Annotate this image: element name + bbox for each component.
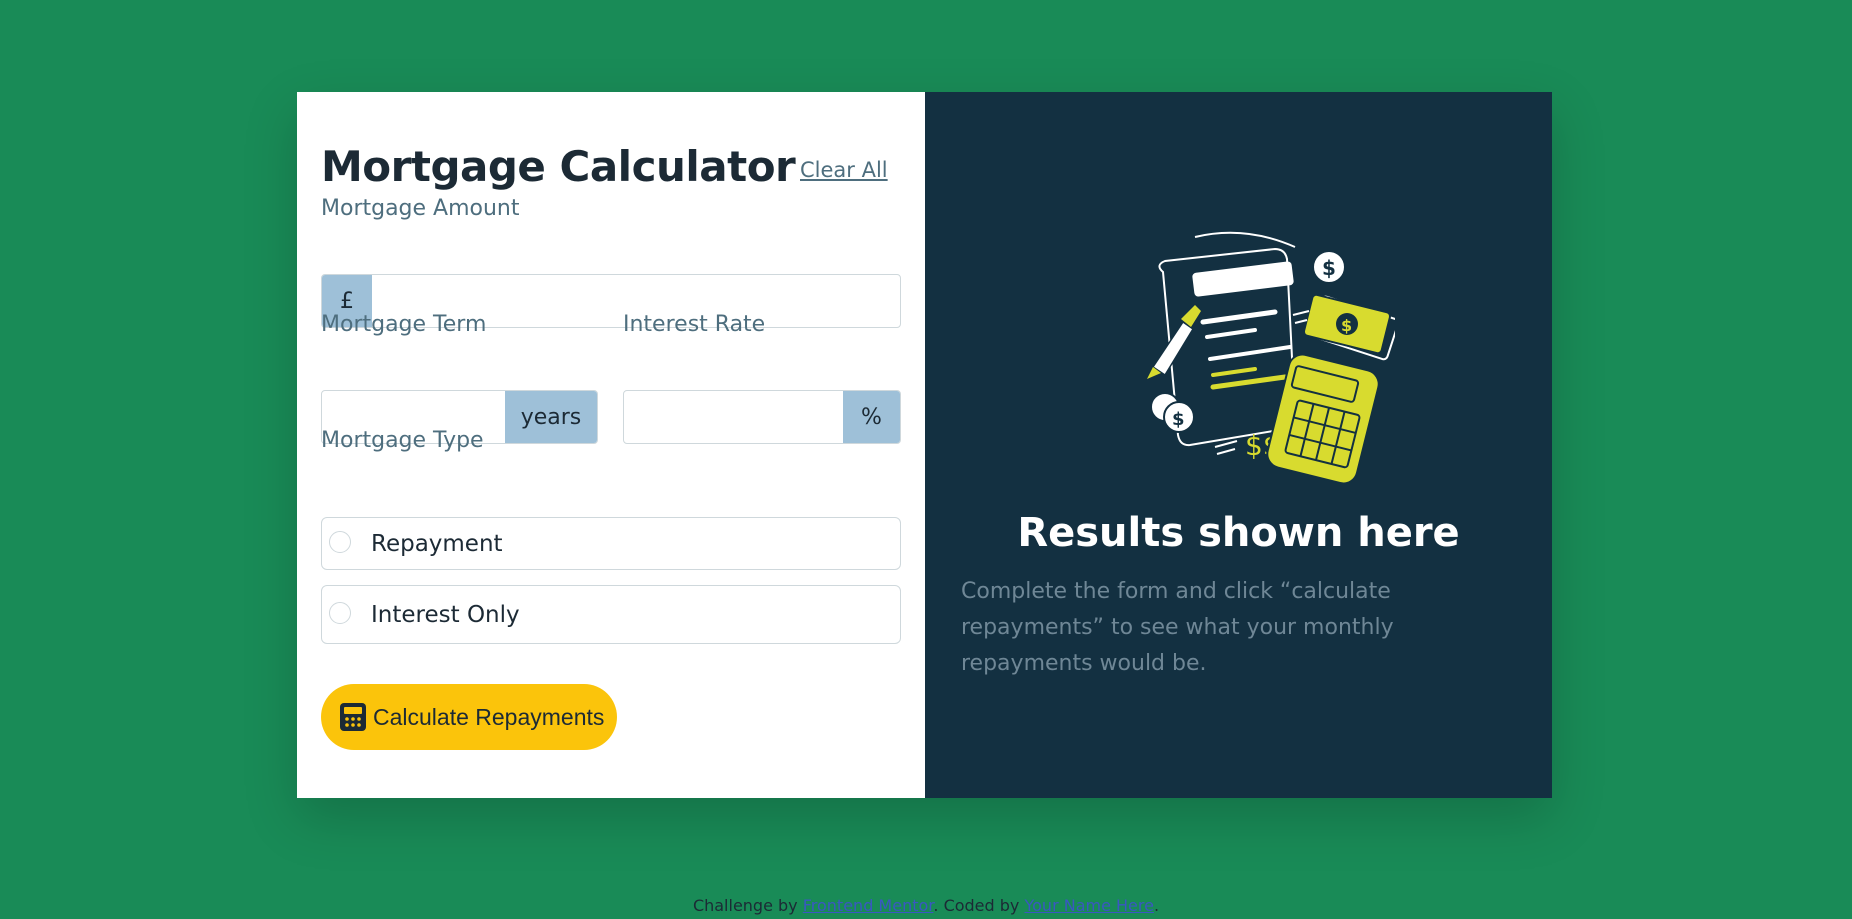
calculate-button[interactable]: Calculate Repayments xyxy=(321,684,617,750)
calculator-icon xyxy=(340,703,366,731)
mortgage-amount-label: Mortgage Amount xyxy=(321,196,520,221)
author-link[interactable]: Your Name Here xyxy=(1024,896,1153,915)
clear-all-link[interactable]: Clear All xyxy=(800,158,888,182)
svg-text:$: $ xyxy=(1341,316,1352,335)
mortgage-term-label: Mortgage Term xyxy=(321,312,487,337)
svg-text:$: $ xyxy=(1322,256,1336,280)
page-title: Mortgage Calculator xyxy=(321,142,796,191)
mortgage-type-label: Mortgage Type xyxy=(321,428,484,453)
interest-rate-label: Interest Rate xyxy=(623,312,766,337)
radio-repayment-label: Repayment xyxy=(371,530,503,557)
radio-repayment[interactable]: Repayment xyxy=(321,517,901,570)
results-panel: $$$ $ $ $ xyxy=(925,92,1552,798)
results-description: Complete the form and click “calculate r… xyxy=(961,579,1394,676)
footer-middle: . Coded by xyxy=(933,896,1025,915)
frontend-mentor-link[interactable]: Frontend Mentor xyxy=(803,896,934,915)
calculator-document-icon: $$$ $ $ $ xyxy=(1147,231,1395,485)
years-suffix: years xyxy=(505,391,597,443)
radio-circle[interactable] xyxy=(329,530,351,553)
radio-interest-only[interactable]: Interest Only xyxy=(321,585,901,644)
percent-suffix: % xyxy=(843,391,900,443)
calculate-button-label: Calculate Repayments xyxy=(373,703,605,730)
radio-circle[interactable] xyxy=(329,601,351,624)
footer-prefix: Challenge by xyxy=(692,896,803,915)
attribution-footer: Challenge by Frontend Mentor. Coded by Y… xyxy=(0,896,1852,915)
svg-text:$: $ xyxy=(1172,409,1185,430)
form-panel: Mortgage Calculator Clear All Mortgage A… xyxy=(297,92,925,798)
interest-rate-field: % xyxy=(623,390,901,444)
calculator-card: Mortgage Calculator Clear All Mortgage A… xyxy=(297,92,1552,798)
results-title: Results shown here xyxy=(1017,510,1460,556)
footer-suffix: . xyxy=(1153,896,1160,915)
radio-interest-only-label: Interest Only xyxy=(371,601,520,628)
interest-rate-input[interactable] xyxy=(624,391,843,443)
